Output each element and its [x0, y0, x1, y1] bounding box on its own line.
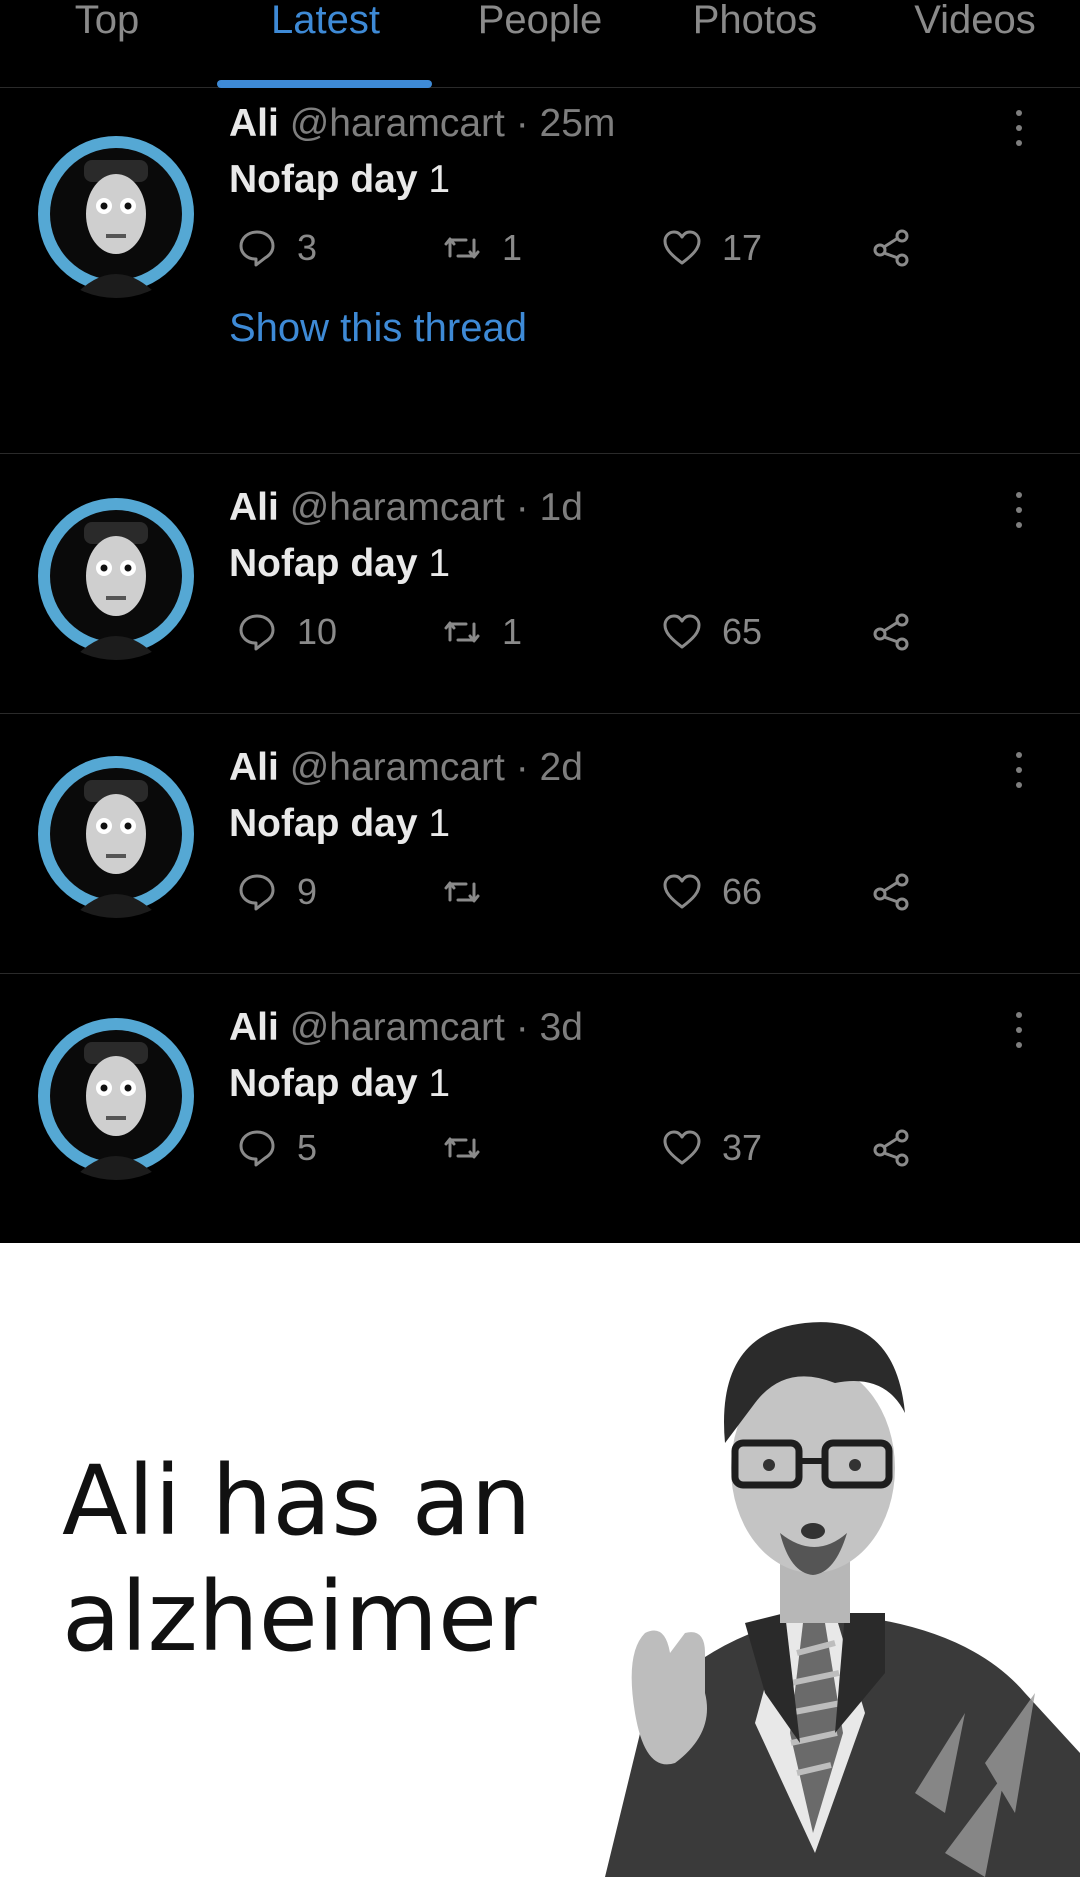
avatar[interactable] — [32, 130, 200, 298]
retweet-button[interactable] — [440, 1126, 502, 1170]
tweet-text-bold: Nofap day — [229, 158, 418, 201]
tweet[interactable]: Ali @haramcart · 3d Nofap day 1 5 37 — [0, 974, 1080, 1243]
tweet-meta: Ali @haramcart · 3d — [229, 1006, 583, 1050]
like-count: 37 — [722, 1127, 763, 1168]
search-tabs: Top Latest People Photos Videos — [0, 0, 1080, 88]
retweet-button[interactable]: 1 — [440, 226, 522, 270]
tweet[interactable]: Ali @haramcart · 25m Nofap day 1 3 1 17 … — [0, 88, 1080, 454]
tweet-time[interactable]: 1d — [540, 486, 583, 529]
meta-separator: · — [515, 102, 529, 145]
tweet[interactable]: Ali @haramcart · 2d Nofap day 1 9 66 — [0, 714, 1080, 974]
author-handle[interactable]: @haramcart — [290, 486, 505, 529]
like-button[interactable]: 66 — [660, 870, 762, 914]
like-button[interactable]: 17 — [660, 226, 762, 270]
retweet-icon — [444, 621, 480, 643]
tweet-time[interactable]: 25m — [540, 102, 616, 145]
avatar[interactable] — [32, 492, 200, 660]
like-button[interactable]: 37 — [660, 1126, 762, 1170]
meme-panel: Ali has an alzheimer — [0, 1243, 1080, 1877]
tweet-meta: Ali @haramcart · 2d — [229, 746, 583, 790]
reply-count: 10 — [297, 611, 338, 652]
tweet-meta: Ali @haramcart · 1d — [229, 486, 583, 530]
author-handle[interactable]: @haramcart — [290, 746, 505, 789]
reply-button[interactable]: 5 — [235, 1126, 317, 1170]
tweet-text-rest: 1 — [417, 802, 451, 845]
reply-count: 3 — [297, 227, 318, 268]
heart-icon — [663, 874, 701, 909]
tweet[interactable]: Ali @haramcart · 1d Nofap day 1 10 1 65 — [0, 454, 1080, 714]
author-handle[interactable]: @haramcart — [290, 1006, 505, 1049]
retweet-button[interactable] — [440, 870, 502, 914]
share-button[interactable] — [870, 1126, 914, 1170]
meta-separator: · — [515, 486, 529, 529]
retweet-icon — [444, 1137, 480, 1159]
tweet-text: Nofap day 1 — [229, 1062, 450, 1106]
share-button[interactable] — [870, 226, 914, 270]
reply-button[interactable]: 9 — [235, 870, 317, 914]
tab-top[interactable]: Top — [68, 0, 146, 40]
tweet-text-bold: Nofap day — [229, 1062, 418, 1105]
author-name[interactable]: Ali — [229, 746, 279, 789]
share-icon — [873, 229, 909, 267]
share-button[interactable] — [870, 870, 914, 914]
reply-count: 5 — [297, 1127, 318, 1168]
share-button[interactable] — [870, 610, 914, 654]
more-vertical-icon[interactable] — [1008, 108, 1030, 148]
like-button[interactable]: 65 — [660, 610, 762, 654]
tweet-text-bold: Nofap day — [229, 542, 418, 585]
active-tab-indicator — [217, 80, 432, 88]
caption-line-2: alzheimer — [62, 1561, 537, 1673]
tab-people[interactable]: People — [465, 0, 615, 40]
avatar[interactable] — [32, 1012, 200, 1180]
show-thread-link[interactable]: Show this thread — [229, 306, 527, 350]
tweet-meta: Ali @haramcart · 25m — [229, 102, 615, 146]
author-name[interactable]: Ali — [229, 486, 279, 529]
tab-latest[interactable]: Latest — [258, 0, 393, 40]
reply-icon — [239, 1130, 275, 1167]
caption-line-1: Ali has an — [62, 1445, 532, 1557]
tweet-text-rest: 1 — [417, 542, 451, 585]
heart-icon — [663, 1130, 701, 1165]
tab-videos[interactable]: Videos — [900, 0, 1050, 40]
retweet-count: 1 — [502, 611, 523, 652]
tweet-text-rest: 1 — [417, 1062, 451, 1105]
like-count: 65 — [722, 611, 763, 652]
tweet-text-rest: 1 — [417, 158, 451, 201]
reply-button[interactable]: 10 — [235, 610, 337, 654]
retweet-button[interactable]: 1 — [440, 610, 522, 654]
share-icon — [873, 873, 909, 911]
tweet-text-bold: Nofap day — [229, 802, 418, 845]
more-vertical-icon[interactable] — [1008, 1010, 1030, 1050]
more-vertical-icon[interactable] — [1008, 750, 1030, 790]
author-name[interactable]: Ali — [229, 1006, 279, 1049]
man-in-suit-image — [585, 1293, 1080, 1877]
share-icon — [873, 613, 909, 651]
retweet-icon — [444, 237, 480, 259]
share-icon — [873, 1129, 909, 1167]
meme-caption: Ali has an alzheimer — [62, 1443, 622, 1675]
author-handle[interactable]: @haramcart — [290, 102, 505, 145]
reply-count: 9 — [297, 871, 318, 912]
avatar[interactable] — [32, 750, 200, 918]
reply-icon — [239, 614, 275, 651]
meta-separator: · — [515, 746, 529, 789]
reply-icon — [239, 874, 275, 911]
reply-button[interactable]: 3 — [235, 226, 317, 270]
heart-icon — [663, 614, 701, 649]
like-count: 17 — [722, 227, 763, 268]
tweet-time[interactable]: 2d — [540, 746, 583, 789]
tweet-text: Nofap day 1 — [229, 542, 450, 586]
retweet-icon — [444, 881, 480, 903]
heart-icon — [663, 230, 701, 265]
tweet-time[interactable]: 3d — [540, 1006, 583, 1049]
more-vertical-icon[interactable] — [1008, 490, 1030, 530]
tab-photos[interactable]: Photos — [680, 0, 830, 40]
reply-icon — [239, 230, 275, 267]
meta-separator: · — [515, 1006, 529, 1049]
retweet-count: 1 — [502, 227, 523, 268]
tweet-text: Nofap day 1 — [229, 802, 450, 846]
tweet-text: Nofap day 1 — [229, 158, 450, 202]
author-name[interactable]: Ali — [229, 102, 279, 145]
like-count: 66 — [722, 871, 763, 912]
